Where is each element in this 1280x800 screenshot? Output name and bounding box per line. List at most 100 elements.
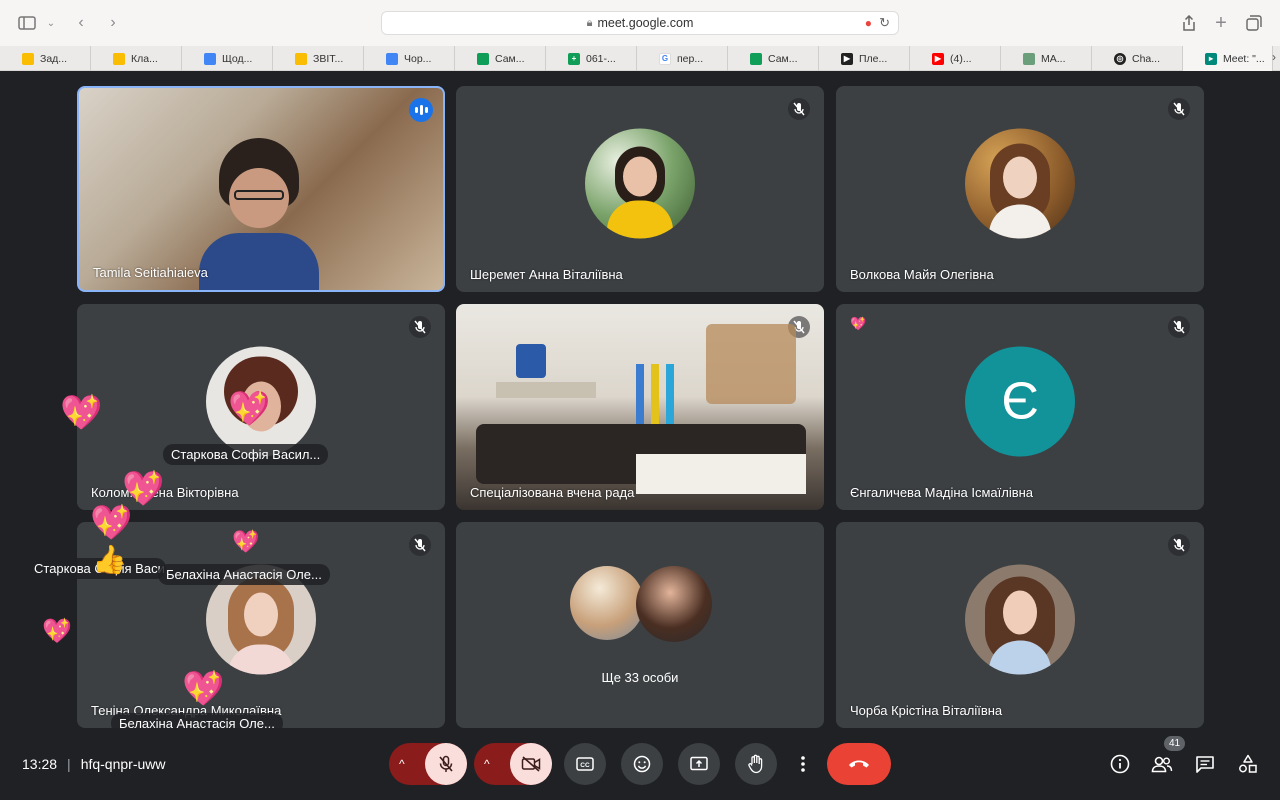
tab-label: пер... (677, 52, 704, 65)
more-options-button[interactable] (792, 743, 814, 785)
browser-tab[interactable]: Сам... (728, 46, 819, 71)
participant-tile[interactable]: Шеремет Анна Віталіївна (456, 86, 824, 292)
back-icon[interactable]: ‹ (70, 12, 92, 34)
chat-button[interactable] (1193, 752, 1217, 776)
tab-label: Кла... (131, 52, 158, 65)
heart-reaction-icon: 💖 (60, 394, 103, 432)
info-icon (1110, 754, 1130, 774)
avatar (570, 566, 644, 640)
participant-tile[interactable]: Чорба Крістіна Віталіївна (836, 522, 1204, 728)
browser-tab[interactable]: Зад... (0, 46, 91, 71)
participant-name: Tamila Seitiahiaieva (93, 265, 208, 280)
sidebar-icon[interactable] (16, 12, 38, 34)
leave-call-button[interactable] (827, 743, 891, 785)
participant-name: Колом... лена Вікторівна (91, 485, 239, 500)
address-bar[interactable]: 🔒︎ meet.google.com ● ↻ (381, 11, 899, 35)
participant-tile[interactable]: Теніна Олександра Миколаївна (77, 522, 445, 728)
end-call-icon (849, 760, 869, 768)
tab-label: МА... (1041, 52, 1066, 65)
participant-tile[interactable]: Волкова Майя Олегівна (836, 86, 1204, 292)
browser-tab[interactable]: Чор... (364, 46, 455, 71)
tab-label: Пле... (859, 52, 888, 65)
captions-icon: CC (576, 757, 594, 771)
chevron-down-icon[interactable]: ⌄ (40, 12, 62, 34)
mic-off-icon (1168, 534, 1190, 556)
tab-favicon (113, 52, 125, 65)
heart-reaction-icon: 💖 (42, 618, 72, 645)
participant-name: Чорба Крістіна Віталіївна (850, 703, 1003, 718)
tab-favicon (295, 52, 307, 65)
meeting-info: 13:28 | hfq-qnpr-uww (22, 756, 166, 772)
participant-video (189, 138, 329, 290)
browser-tab[interactable]: Щод... (182, 46, 273, 71)
camera-toggle-button[interactable] (510, 743, 552, 785)
tab-label: 061-... (586, 52, 616, 65)
emoji-icon (633, 755, 651, 773)
tab-favicon (1023, 52, 1035, 65)
tab-label: Чор... (404, 52, 432, 65)
tab-label: Щод... (222, 52, 253, 65)
initial-avatar: Є (965, 346, 1075, 457)
present-screen-button[interactable] (678, 743, 720, 785)
participant-name: Єнгаличева Мадіна Ісмаїлівна (850, 485, 1034, 500)
participant-name: Спеціалізована вчена рада (470, 485, 635, 500)
raise-hand-button[interactable] (735, 743, 777, 785)
tab-label: ЗВІТ... (313, 52, 344, 65)
tab-favicon (477, 52, 489, 65)
mic-off-icon (1168, 316, 1190, 338)
browser-tab[interactable]: МА... (1001, 46, 1092, 71)
participant-tile-video[interactable]: Спеціалізована вчена рада (456, 304, 824, 510)
browser-tab[interactable]: ◎ Cha... (1092, 46, 1183, 71)
more-vert-icon (801, 756, 805, 772)
chatgpt-icon: ◎ (1114, 52, 1126, 65)
reload-icon[interactable]: ↻ (879, 15, 890, 31)
browser-tab[interactable]: Сам... (455, 46, 546, 71)
camera-control: ^ (474, 743, 552, 785)
google-icon: G (659, 52, 671, 65)
browser-tab[interactable]: ЗВІТ... (273, 46, 364, 71)
heart-reaction-icon: 💖 (182, 670, 225, 708)
browser-tab[interactable]: ▶ (4)... (910, 46, 1001, 71)
tab-favicon (750, 52, 762, 65)
youtube-icon: ▶ (932, 52, 944, 65)
browser-tab[interactable]: Gпер... (637, 46, 728, 71)
mic-options-chevron-icon[interactable]: ^ (399, 757, 405, 771)
activities-button[interactable] (1236, 752, 1260, 776)
browser-tab[interactable]: ▶ Пле... (819, 46, 910, 71)
heart-reaction-icon: 💖 (850, 316, 867, 331)
tab-favicon (386, 52, 398, 65)
participant-tile-video[interactable]: Tamila Seitiahiaieva (77, 86, 445, 292)
meet-icon: ▸ (1205, 52, 1217, 65)
avatar (585, 128, 695, 239)
more-participants-tile[interactable]: Ще 33 особи (456, 522, 824, 728)
tab-label: (4)... (950, 52, 972, 65)
tab-label: Сам... (768, 52, 798, 65)
avatar (636, 566, 712, 642)
people-button[interactable] (1150, 752, 1174, 776)
browser-tab[interactable]: Кла... (91, 46, 182, 71)
raise-hand-icon (748, 754, 763, 774)
tab-label: Meet: "... (1223, 52, 1265, 65)
thumbs-up-reaction-icon: 👍 (92, 544, 127, 575)
new-tab-icon[interactable]: + (1210, 12, 1232, 34)
tab-label: Зад... (40, 52, 68, 65)
captions-button[interactable]: CC (564, 743, 606, 785)
tab-overview-icon[interactable] (1243, 12, 1265, 34)
camera-options-chevron-icon[interactable]: ^ (484, 757, 490, 771)
emoji-reaction-button[interactable] (621, 743, 663, 785)
mic-off-icon (409, 316, 431, 338)
forward-icon[interactable]: › (102, 12, 124, 34)
browser-tab-active[interactable]: ▸ Meet: "... (1183, 46, 1273, 71)
meeting-details-button[interactable] (1108, 752, 1132, 776)
browser-tab[interactable]: +061-... (546, 46, 637, 71)
tabs-overflow-icon[interactable]: › (1272, 50, 1276, 64)
participant-count-badge: 41 (1164, 736, 1186, 751)
microphone-icon[interactable]: ● (865, 16, 872, 30)
mic-toggle-button[interactable] (425, 743, 467, 785)
participant-tile[interactable]: 💖 Є Єнгаличева Мадіна Ісмаїлівна (836, 304, 1204, 510)
share-icon[interactable] (1178, 12, 1200, 34)
more-participants-label: Ще 33 особи (601, 670, 679, 685)
avatar-initial: Є (1001, 372, 1039, 431)
avatar (965, 564, 1075, 675)
activities-icon (1239, 754, 1257, 773)
